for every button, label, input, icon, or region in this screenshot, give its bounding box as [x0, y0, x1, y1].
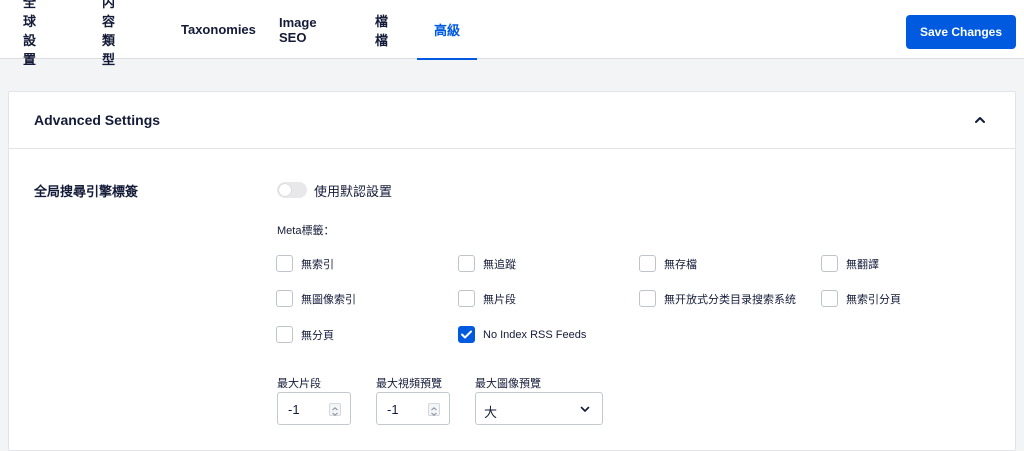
checkbox-label: 無存檔 — [664, 258, 697, 271]
checkbox-label: 無圖像索引 — [301, 293, 356, 306]
top-navigation: 全球設置 内容類型 Taxonomies Image SEO 檔檔 高級 Sav… — [0, 0, 1024, 67]
card-title: Advanced Settings — [34, 112, 161, 128]
checkbox-noimageindex[interactable]: 無圖像索引 — [276, 290, 356, 307]
tab-advanced[interactable]: 高級 — [417, 0, 477, 60]
checkbox-box[interactable] — [458, 255, 475, 272]
checkbox-noindex[interactable]: 無索引 — [276, 255, 334, 272]
stepper-arrows-icon — [431, 407, 437, 416]
checkbox-box[interactable] — [639, 255, 656, 272]
checkbox-box[interactable] — [639, 290, 656, 307]
checkbox-box[interactable] — [458, 290, 475, 307]
checkmark-icon — [461, 330, 472, 339]
checkbox-label: No Index RSS Feeds — [483, 328, 587, 341]
checkbox-noindex-paginated[interactable]: 無索引分頁 — [821, 290, 901, 307]
checkbox-nosnippet[interactable]: 無片段 — [458, 290, 516, 307]
tab-image-seo[interactable]: Image SEO — [279, 0, 317, 59]
max-snippet-input[interactable]: -1 — [277, 392, 351, 425]
max-snippet-label: 最大片段 — [277, 378, 321, 390]
checkbox-box[interactable] — [276, 255, 293, 272]
max-snippet-value: -1 — [288, 402, 300, 417]
checkbox-noodp[interactable]: 無开放式分类目录搜索系统 — [639, 290, 796, 307]
max-image-preview-select[interactable]: 大 — [475, 392, 603, 425]
toggle-knob — [279, 184, 291, 196]
max-image-preview-value: 大 — [484, 405, 498, 420]
checkbox-nofollow[interactable]: 無追蹤 — [458, 255, 516, 272]
tab-content-types[interactable]: 内容類型 — [102, 0, 115, 67]
max-video-preview-label: 最大視頻預覽 — [376, 378, 442, 390]
checkbox-noindex-rss-feeds[interactable]: No Index RSS Feeds — [458, 326, 586, 343]
checkbox-notranslate[interactable]: 無翻譯 — [821, 255, 879, 272]
checkbox-noarchive[interactable]: 無存檔 — [639, 255, 697, 272]
max-image-preview-label: 最大圖像預覽 — [475, 378, 541, 390]
stepper-arrows-icon — [332, 407, 338, 416]
max-snippet-stepper[interactable] — [329, 403, 341, 416]
checkbox-box[interactable] — [276, 290, 293, 307]
tab-global-settings[interactable]: 全球設置 — [23, 0, 36, 67]
section-label-robots: 全局搜尋引擎標簽 — [34, 184, 139, 199]
checkbox-label: 無翻譯 — [846, 258, 879, 271]
meta-tags-label: Meta標籤： — [277, 225, 335, 237]
chevron-down-icon — [580, 406, 590, 412]
checkbox-box[interactable] — [821, 290, 838, 307]
checkbox-label: 無片段 — [483, 293, 516, 306]
checkbox-label: 無索引分頁 — [846, 293, 901, 306]
checkbox-label: 無索引 — [301, 258, 334, 271]
tab-archives[interactable]: 檔檔 — [375, 0, 388, 59]
checkbox-nopaginated[interactable]: 無分頁 — [276, 326, 334, 343]
max-video-preview-value: -1 — [387, 402, 399, 417]
checkbox-box[interactable] — [458, 326, 475, 343]
checkbox-box[interactable] — [276, 326, 293, 343]
chevron-up-icon[interactable] — [973, 114, 987, 126]
toggle-label: 使用默認設置 — [314, 184, 393, 199]
save-changes-button[interactable]: Save Changes — [906, 15, 1016, 49]
checkbox-label: 無分頁 — [301, 329, 334, 342]
checkbox-label: 無追蹤 — [483, 258, 516, 271]
checkbox-label: 無开放式分类目录搜索系统 — [664, 293, 796, 306]
card-header[interactable]: Advanced Settings — [9, 92, 1015, 149]
advanced-settings-card: Advanced Settings 全局搜尋引擎標簽 使用默認設置 Meta標籤… — [8, 91, 1016, 451]
max-video-preview-stepper[interactable] — [428, 403, 440, 416]
use-default-settings-toggle[interactable] — [277, 182, 307, 198]
tab-taxonomies[interactable]: Taxonomies — [181, 0, 256, 59]
checkbox-box[interactable] — [821, 255, 838, 272]
max-video-preview-input[interactable]: -1 — [376, 392, 450, 425]
